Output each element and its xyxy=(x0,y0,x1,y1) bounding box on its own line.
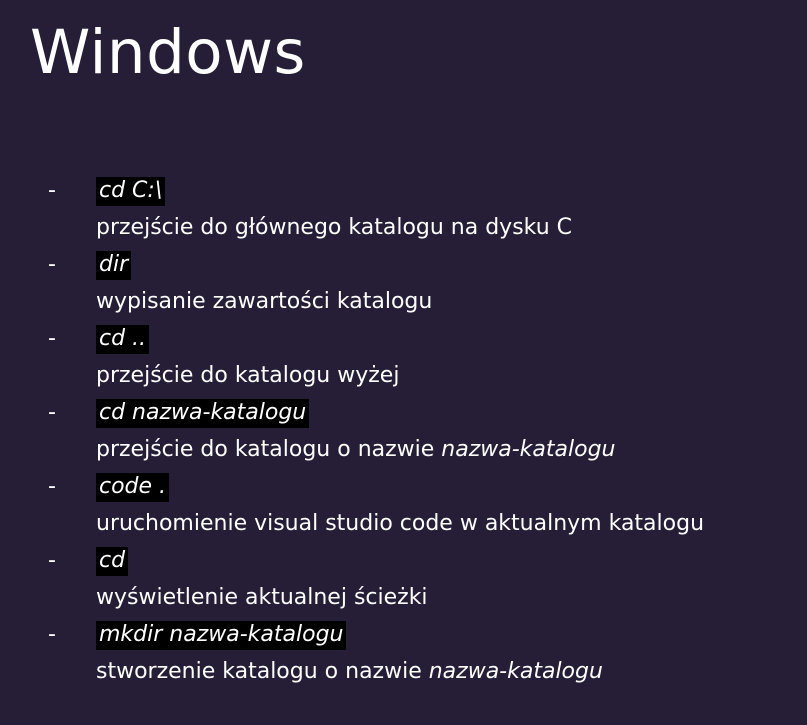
list-item: - code . uruchomienie visual studio code… xyxy=(48,472,704,546)
list-item: - cd C:\ przejście do głównego katalogu … xyxy=(48,176,704,250)
bullet-dash: - xyxy=(48,400,56,425)
bullet-dash: - xyxy=(48,622,56,647)
command-text: mkdir nazwa-katalogu xyxy=(96,621,347,650)
command-description: wypisanie zawartości katalogu xyxy=(96,289,433,314)
bullet-dash: - xyxy=(48,548,56,573)
command-list: - cd C:\ przejście do głównego katalogu … xyxy=(48,176,704,694)
command-text: code . xyxy=(96,473,170,502)
slide-title: Windows xyxy=(30,17,306,88)
list-item: - mkdir nazwa-katalogu stworzenie katalo… xyxy=(48,620,704,694)
list-item: - cd .. przejście do katalogu wyżej xyxy=(48,324,704,398)
command-description: przejście do katalogu o nazwie nazwa-kat… xyxy=(96,437,616,462)
bullet-dash: - xyxy=(48,178,56,203)
command-text: cd .. xyxy=(96,325,150,354)
command-description: wyświetlenie aktualnej ścieżki xyxy=(96,585,428,610)
bullet-dash: - xyxy=(48,474,56,499)
list-item: - cd wyświetlenie aktualnej ścieżki xyxy=(48,546,704,620)
list-item: - dir wypisanie zawartości katalogu xyxy=(48,250,704,324)
command-text: dir xyxy=(96,251,132,280)
bullet-dash: - xyxy=(48,326,56,351)
command-text: cd C:\ xyxy=(96,177,166,206)
command-text: cd xyxy=(96,547,129,576)
command-description: stworzenie katalogu o nazwie nazwa-katal… xyxy=(96,659,603,684)
command-text: cd nazwa-katalogu xyxy=(96,399,310,428)
command-description: przejście do głównego katalogu na dysku … xyxy=(96,215,573,240)
list-item: - cd nazwa-katalogu przejście do katalog… xyxy=(48,398,704,472)
bullet-dash: - xyxy=(48,252,56,277)
command-description: przejście do katalogu wyżej xyxy=(96,363,400,388)
command-description: uruchomienie visual studio code w aktual… xyxy=(96,511,705,536)
